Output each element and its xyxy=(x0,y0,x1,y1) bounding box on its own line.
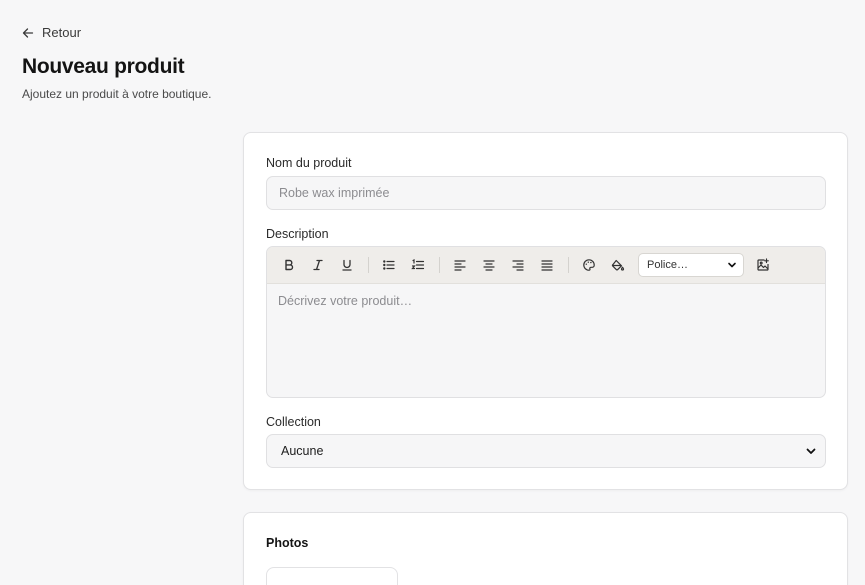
numbered-list-button[interactable] xyxy=(407,254,429,276)
highlight-button[interactable] xyxy=(607,254,629,276)
description-editor: Police… Décrivez votre produit… xyxy=(266,246,826,398)
font-select-value: Police… xyxy=(647,259,688,271)
align-right-button[interactable] xyxy=(507,254,529,276)
chevron-down-icon xyxy=(728,262,736,268)
underline-button[interactable] xyxy=(336,254,358,276)
collection-label: Collection xyxy=(266,415,321,429)
product-form-card: Nom du produit Description xyxy=(243,132,848,490)
align-center-icon xyxy=(483,260,495,271)
numbered-list-icon xyxy=(411,259,425,270)
align-center-button[interactable] xyxy=(478,254,500,276)
page-title: Nouveau produit xyxy=(22,55,185,78)
chevron-down-icon xyxy=(806,448,816,454)
back-link[interactable]: Retour xyxy=(22,25,81,40)
text-color-button[interactable] xyxy=(578,254,600,276)
description-editor-area[interactable]: Décrivez votre produit… xyxy=(267,284,825,397)
palette-icon xyxy=(583,259,595,271)
arrow-left-icon xyxy=(22,27,34,38)
toolbar-separator xyxy=(439,257,440,273)
align-left-icon xyxy=(454,260,466,271)
photos-section-title: Photos xyxy=(266,536,309,550)
bold-button[interactable] xyxy=(278,254,300,276)
toolbar-separator xyxy=(368,257,369,273)
collection-select[interactable]: Aucune xyxy=(266,434,826,468)
italic-icon xyxy=(313,259,323,271)
image-add-icon xyxy=(757,258,769,271)
align-justify-icon xyxy=(541,260,553,271)
align-justify-button[interactable] xyxy=(536,254,558,276)
collection-select-value: Aucune xyxy=(281,444,324,458)
editor-toolbar: Police… xyxy=(267,247,825,284)
description-label: Description xyxy=(266,227,329,241)
align-left-button[interactable] xyxy=(449,254,471,276)
bold-icon xyxy=(285,259,294,271)
photo-upload-button[interactable] xyxy=(266,567,398,585)
italic-button[interactable] xyxy=(307,254,329,276)
align-right-icon xyxy=(512,260,524,271)
font-select[interactable]: Police… xyxy=(638,253,744,277)
page-subtitle: Ajoutez un produit à votre boutique. xyxy=(22,87,212,101)
product-name-label: Nom du produit xyxy=(266,156,352,170)
underline-icon xyxy=(342,259,352,271)
back-label: Retour xyxy=(42,25,82,40)
bullet-list-button[interactable] xyxy=(378,254,400,276)
paint-bucket-icon xyxy=(611,259,625,271)
product-name-input[interactable] xyxy=(266,176,826,210)
insert-image-button[interactable] xyxy=(752,254,774,276)
toolbar-separator xyxy=(568,257,569,273)
bullet-list-icon xyxy=(383,260,395,270)
photos-card: Photos xyxy=(243,512,848,585)
